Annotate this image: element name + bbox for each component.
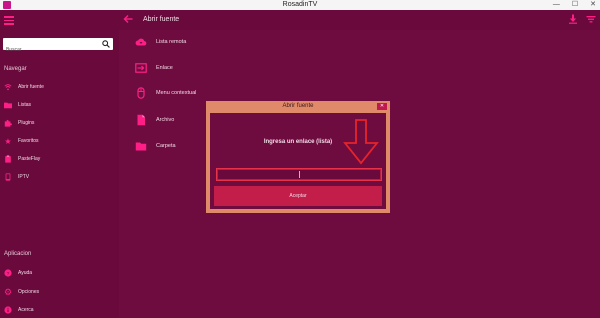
star-icon: ★ xyxy=(4,136,12,146)
window-title: RosadinTV xyxy=(282,1,318,8)
nav-item-abrir-fuente[interactable]: Abrir fuente xyxy=(4,82,44,92)
hamburger-menu-icon[interactable] xyxy=(4,16,14,25)
clipboard-icon xyxy=(4,155,12,163)
source-carpeta[interactable]: Carpeta xyxy=(135,140,176,152)
source-label: Enlace xyxy=(156,65,173,71)
search-icon[interactable] xyxy=(102,40,110,48)
nav-item-label: Listas xyxy=(18,102,32,108)
search-box xyxy=(3,38,113,56)
help-icon: ? xyxy=(4,269,12,277)
folder-icon xyxy=(4,101,12,109)
source-menu-contextual[interactable]: Menu contextual xyxy=(135,87,196,99)
nav-item-acerca[interactable]: Acerca xyxy=(4,305,34,315)
text-caret xyxy=(299,171,300,178)
wifi-icon xyxy=(4,83,12,91)
cloud-download-icon xyxy=(135,36,147,48)
search-input[interactable] xyxy=(3,44,96,56)
source-label: Carpeta xyxy=(156,143,176,149)
nav-item-opciones[interactable]: ⚙ Opciones xyxy=(4,287,39,297)
nav-item-label: PasteFlay xyxy=(18,156,41,162)
nav-item-plugins[interactable]: Plugins xyxy=(4,118,34,128)
download-icon[interactable] xyxy=(568,14,578,24)
tv-icon xyxy=(4,173,12,181)
nav-item-label: Opciones xyxy=(18,289,40,295)
navigate-heading: Navegar xyxy=(4,66,27,72)
nav-item-listas[interactable]: Listas xyxy=(4,100,31,110)
mouse-icon xyxy=(135,87,147,99)
nav-item-label: Plugins xyxy=(18,120,35,126)
source-label: Archivo xyxy=(156,117,175,123)
nav-item-label: Favoritos xyxy=(18,138,39,144)
back-arrow-icon[interactable] xyxy=(123,14,133,24)
source-label: Lista remota xyxy=(156,39,187,45)
page-title: Abrir fuente xyxy=(143,16,180,23)
nav-item-pasteflay[interactable]: PasteFlay xyxy=(4,154,40,164)
dialog-close-button[interactable]: ✕ xyxy=(377,103,387,110)
minimize-button[interactable]: — xyxy=(553,0,560,10)
close-window-button[interactable]: ✕ xyxy=(590,0,596,10)
title-bar: RosadinTV — ☐ ✕ xyxy=(0,0,600,10)
source-archivo[interactable]: Archivo xyxy=(135,114,174,126)
source-label: Menu contextual xyxy=(156,90,197,96)
filter-icon[interactable] xyxy=(586,14,596,24)
dialog-title: Abrir fuente xyxy=(282,103,314,109)
maximize-button[interactable]: ☐ xyxy=(572,0,578,10)
source-enlace[interactable]: Enlace xyxy=(135,62,173,74)
nav-item-label: IPTV xyxy=(18,174,30,180)
file-icon xyxy=(135,114,147,126)
link-input[interactable] xyxy=(216,168,382,181)
puzzle-icon xyxy=(4,119,12,127)
annotation-arrow-icon xyxy=(343,119,379,165)
nav-item-ayuda[interactable]: ? Ayuda xyxy=(4,268,32,278)
top-bar: Abrir fuente xyxy=(119,10,600,30)
sidebar: Navegar Abrir fuente Listas Plugins ★ Fa… xyxy=(0,10,119,318)
source-lista-remota[interactable]: Lista remota xyxy=(135,36,186,48)
svg-text:?: ? xyxy=(7,271,10,277)
nav-item-favoritos[interactable]: ★ Favoritos xyxy=(4,136,39,146)
nav-item-label: Ayuda xyxy=(18,270,33,276)
app-heading: Aplicacion xyxy=(4,251,32,257)
accept-button[interactable]: Aceptar xyxy=(214,186,382,206)
info-icon xyxy=(4,306,12,314)
nav-item-iptv[interactable]: IPTV xyxy=(4,172,29,182)
link-enter-icon xyxy=(135,62,147,74)
nav-item-label: Acerca xyxy=(18,307,34,313)
folder-icon xyxy=(135,140,147,152)
gear-icon: ⚙ xyxy=(3,286,13,297)
nav-item-label: Abrir fuente xyxy=(18,84,44,90)
